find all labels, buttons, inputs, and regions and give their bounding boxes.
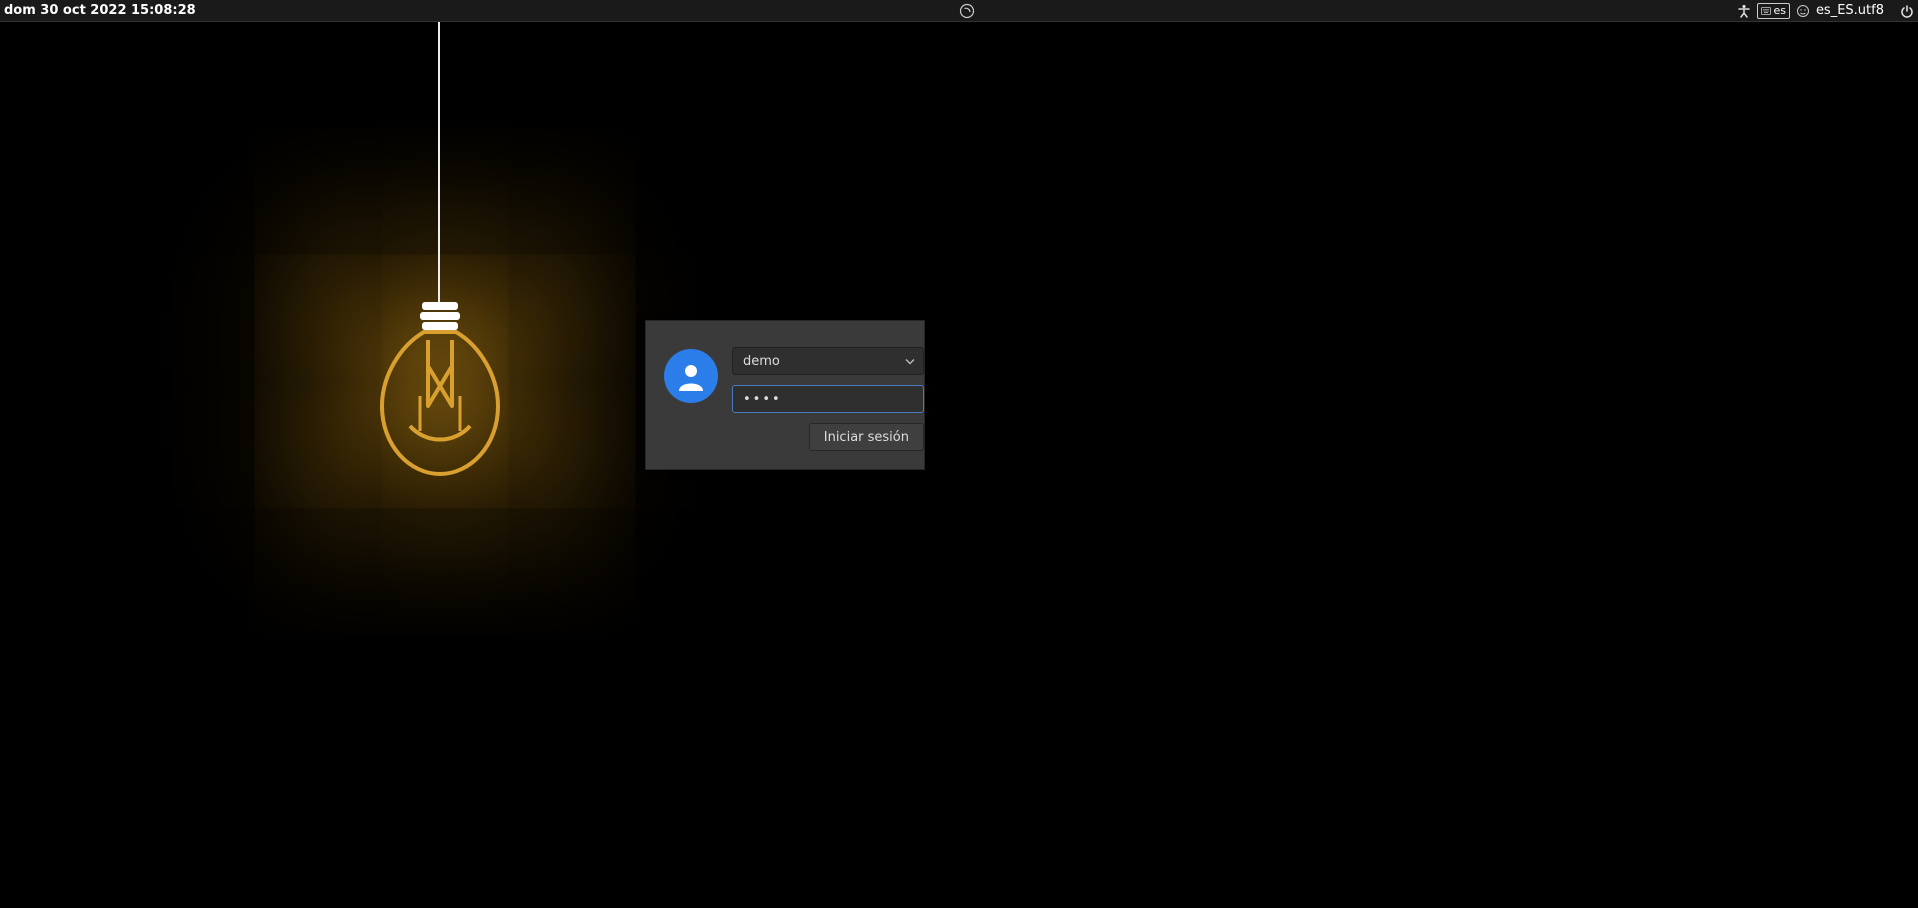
- top-panel-right: es es_ES.utf8: [1737, 2, 1914, 20]
- login-button[interactable]: Iniciar sesión: [809, 423, 924, 451]
- password-input[interactable]: [732, 385, 924, 413]
- wallpaper-cord: [438, 22, 440, 302]
- keyboard-layout-indicator[interactable]: es: [1757, 3, 1790, 19]
- login-panel: demo Iniciar sesión: [645, 320, 925, 470]
- user-avatar-icon: [664, 349, 718, 403]
- accessibility-icon[interactable]: [1737, 2, 1751, 20]
- user-select-value: demo: [743, 354, 780, 369]
- lightbulb-icon: [370, 296, 510, 486]
- locale-label[interactable]: es_ES.utf8: [1816, 3, 1884, 18]
- keyboard-layout-label: es: [1773, 4, 1786, 18]
- chevron-down-icon: [905, 354, 915, 369]
- face-icon[interactable]: [1796, 2, 1810, 20]
- session-selector-icon[interactable]: [959, 2, 975, 20]
- power-icon[interactable]: [1900, 2, 1914, 20]
- top-panel-center: [196, 2, 1738, 20]
- login-fields: demo Iniciar sesión: [732, 347, 924, 451]
- datetime-label: dom 30 oct 2022 15:08:28: [4, 3, 196, 18]
- top-panel: dom 30 oct 2022 15:08:28 es: [0, 0, 1918, 22]
- keyboard-icon: [1761, 7, 1771, 15]
- user-select[interactable]: demo: [732, 347, 924, 375]
